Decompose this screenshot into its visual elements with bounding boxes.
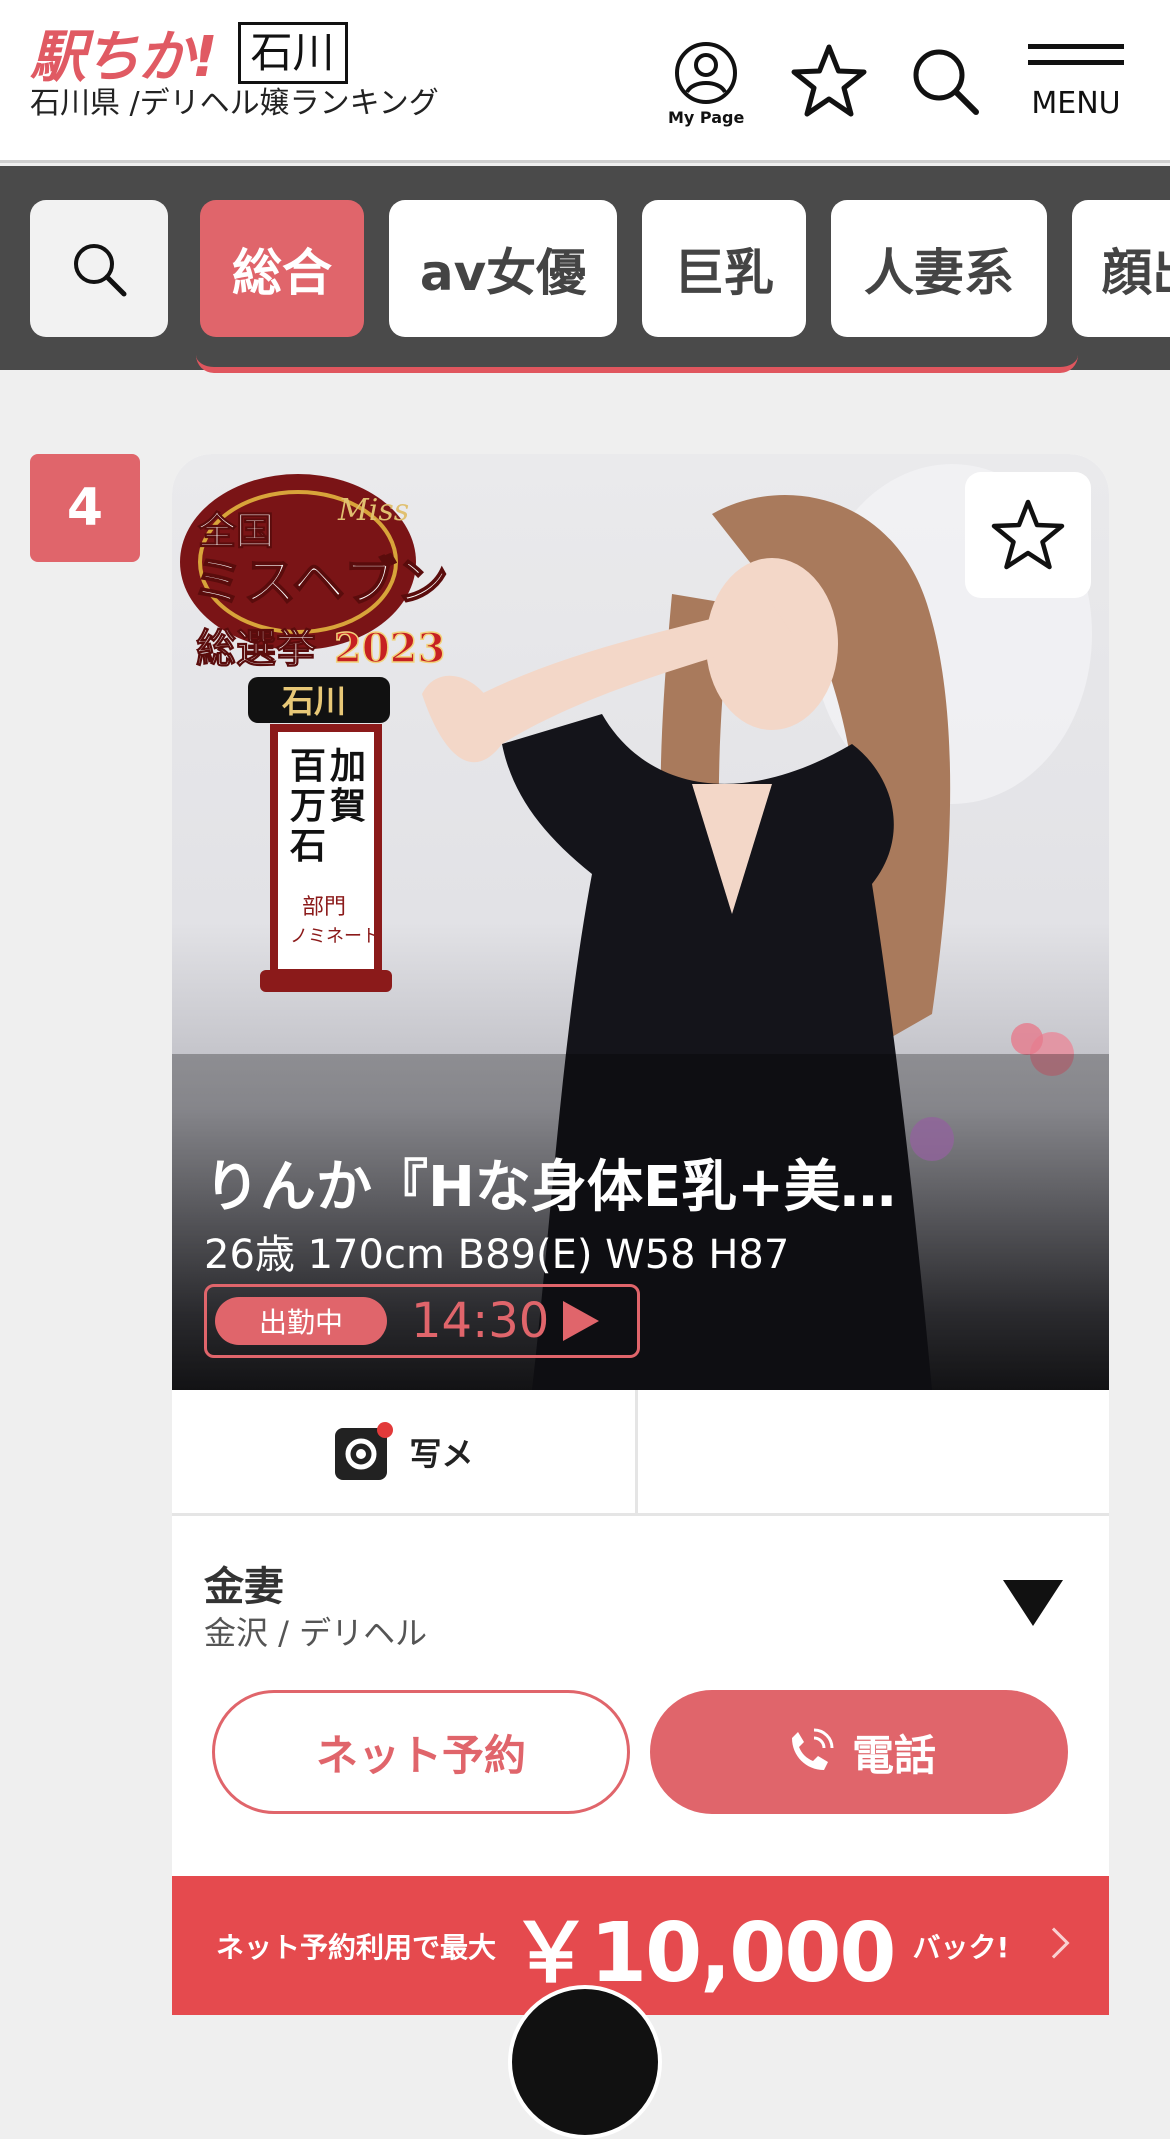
- prefecture-box: 石川: [237, 21, 348, 84]
- user-circle-icon: [675, 42, 738, 104]
- banner-lead: ネット予約利用で最大: [216, 1930, 497, 1964]
- star-outline-icon: [991, 499, 1065, 570]
- photo-diary-label: 写メ: [409, 1434, 474, 1473]
- empty-link-cell: [641, 1390, 1109, 1513]
- banner-tail: バック!: [912, 1930, 1010, 1964]
- search-icon: [913, 49, 979, 115]
- hamburger-menu-icon: [1028, 44, 1124, 65]
- tab-married[interactable]: 人妻系: [831, 200, 1047, 337]
- star-outline-icon: [791, 44, 867, 117]
- expand-triangle-icon[interactable]: [1003, 1580, 1063, 1626]
- category-tab-bar: 総合 av女優 巨乳 人妻系 顔出: [0, 166, 1170, 370]
- status-badge: 出勤中: [215, 1297, 387, 1345]
- cast-links-row: 写メ: [172, 1390, 1109, 1516]
- svg-text:総選挙: 総選挙: [196, 625, 316, 672]
- phone-button-label: 電話: [851, 1730, 936, 1780]
- work-status[interactable]: 出勤中 14:30: [204, 1284, 640, 1358]
- shop-area: 金沢 / デリヘル: [204, 1614, 428, 1652]
- tab-face-shown[interactable]: 顔出: [1072, 200, 1170, 337]
- svg-text:全国: 全国: [197, 508, 274, 553]
- page-subtitle: 石川県 /デリヘル嬢ランキング: [30, 86, 439, 121]
- favorites-button[interactable]: [790, 42, 868, 120]
- phone-button[interactable]: 電話: [650, 1690, 1068, 1814]
- tab-av-actress[interactable]: av女優: [389, 200, 617, 337]
- svg-text:ノミネート: ノミネート: [290, 926, 380, 947]
- svg-text:石川: 石川: [281, 682, 346, 720]
- tab-overall[interactable]: 総合: [200, 200, 364, 337]
- status-time: 14:30: [411, 1293, 550, 1349]
- tab-search-button[interactable]: [30, 200, 168, 337]
- menu-button[interactable]: MENU: [1028, 44, 1124, 121]
- shop-name[interactable]: 金妻: [204, 1554, 284, 1612]
- cast-spec: 26歳 170cm B89(E) W58 H87: [204, 1232, 790, 1278]
- svg-text:2023: 2023: [334, 625, 445, 672]
- svg-text:万: 万: [290, 785, 326, 827]
- award-emblem-icon: 全国 Miss ミスヘブン 総選挙 2023 石川 加 賀 百 万 石 部門 ノ…: [180, 474, 449, 992]
- photo-diary-link[interactable]: 写メ: [172, 1390, 638, 1513]
- cast-favorite-button[interactable]: [965, 472, 1091, 598]
- search-button[interactable]: [910, 46, 980, 116]
- svg-text:部門: 部門: [302, 895, 346, 920]
- ranking-card: 全国 Miss ミスヘブン 総選挙 2023 石川 加 賀 百 万 石 部門 ノ…: [172, 454, 1109, 2015]
- search-icon: [74, 243, 127, 296]
- svg-text:賀: 賀: [330, 785, 366, 827]
- svg-text:Miss: Miss: [337, 493, 409, 528]
- svg-text:石: 石: [290, 825, 326, 867]
- camera-icon: [335, 1421, 394, 1480]
- mypage-button[interactable]: My Page: [668, 40, 744, 127]
- cast-name[interactable]: りんか『Hな身体E乳+美…: [204, 1142, 896, 1223]
- svg-text:百: 百: [290, 745, 326, 787]
- site-header: 駅ちか! 石川 石川県 /デリヘル嬢ランキング My Page MENU: [0, 0, 1170, 163]
- phone-icon: [791, 1728, 834, 1770]
- svg-text:ミスヘブン: ミスヘブン: [192, 552, 448, 613]
- cashback-banner[interactable]: ネット予約利用で最大 ￥10,000 バック!: [172, 1876, 1109, 2015]
- floating-action-button[interactable]: [508, 1985, 662, 2139]
- previous-card-edge: [196, 355, 1078, 373]
- net-reserve-button[interactable]: ネット予約: [212, 1690, 630, 1814]
- menu-label: MENU: [1031, 86, 1121, 121]
- svg-text:加: 加: [330, 745, 366, 787]
- mypage-label: My Page: [668, 108, 745, 127]
- tab-big-breasts[interactable]: 巨乳: [642, 200, 806, 337]
- play-arrow-icon: [563, 1301, 600, 1341]
- chevron-right-icon: [1038, 1927, 1070, 1959]
- cast-photo[interactable]: 全国 Miss ミスヘブン 総選挙 2023 石川 加 賀 百 万 石 部門 ノ…: [172, 454, 1109, 1390]
- rank-badge: 4: [30, 454, 140, 562]
